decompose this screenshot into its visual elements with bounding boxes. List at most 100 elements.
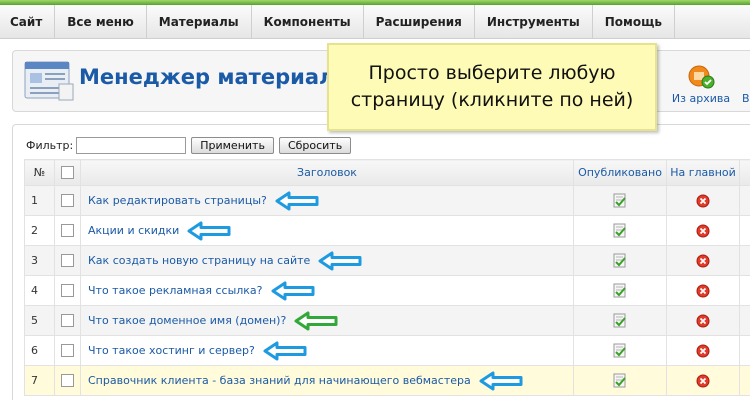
article-title-link[interactable]: Справочник клиента - база знаний для нач…: [88, 374, 471, 387]
checkmark-icon[interactable]: [612, 373, 628, 387]
column-header-title[interactable]: Заголовок: [80, 159, 574, 186]
articles-table: № Заголовок Опубликовано На главной 1 Как…: [24, 159, 750, 396]
menu-item-components[interactable]: Компоненты: [252, 5, 364, 38]
frontpage-cell: [666, 305, 740, 336]
red-x-icon[interactable]: [696, 254, 710, 267]
table-row[interactable]: 4 Что такое рекламная ссылка?: [24, 275, 750, 306]
main-menu-bar: Сайт Все меню Материалы Компоненты Расши…: [0, 5, 750, 39]
article-title-link[interactable]: Что такое доменное имя (домен)?: [88, 314, 286, 327]
published-cell: [573, 185, 667, 216]
row-title-cell: Акции и скидки: [80, 215, 574, 246]
row-checkbox-cell: [54, 275, 81, 306]
unarchive-button[interactable]: Из архива: [668, 58, 734, 108]
frontpage-cell: [666, 335, 740, 366]
apply-button[interactable]: Применить: [191, 137, 274, 154]
extra-cell: [739, 185, 750, 216]
article-title-link[interactable]: Что такое хостинг и сервер?: [88, 344, 255, 357]
table-row[interactable]: 5 Что такое доменное имя (домен)?: [24, 305, 750, 336]
row-checkbox-cell: [54, 215, 81, 246]
menu-item-help[interactable]: Помощь: [593, 5, 675, 38]
filter-input[interactable]: [76, 137, 187, 154]
filter-bar: Фильтр: Применить Сбросить: [26, 137, 356, 154]
pointer-arrow-icon: [318, 251, 362, 270]
extra-cell: [739, 245, 750, 276]
table-row[interactable]: 7 Справочник клиента - база знаний для на…: [24, 365, 750, 396]
row-title-cell: Что такое доменное имя (домен)?: [80, 305, 574, 336]
column-header-frontpage[interactable]: На главной: [666, 159, 740, 186]
callout-text: Просто выберите любую страницу (кликните…: [350, 62, 634, 111]
red-x-icon[interactable]: [696, 194, 710, 207]
row-checkbox[interactable]: [61, 374, 74, 388]
published-cell: [573, 305, 667, 336]
red-x-icon[interactable]: [696, 224, 710, 237]
truncated-toolbar-label[interactable]: В: [742, 92, 750, 105]
published-cell: [573, 245, 667, 276]
table-row[interactable]: 3 Как создать новую страницу на сайте: [24, 245, 750, 276]
table-body: 1 Как редактировать страницы? 2 Акции и ски…: [24, 185, 750, 396]
pointer-arrow-icon: [187, 221, 231, 240]
checkmark-icon[interactable]: [612, 283, 628, 297]
red-x-icon[interactable]: [696, 344, 710, 357]
row-checkbox-cell: [54, 365, 81, 396]
column-header-select-all: [54, 159, 81, 186]
extra-cell: [739, 275, 750, 306]
column-header-published[interactable]: Опубликовано: [573, 159, 667, 186]
extra-cell: [739, 305, 750, 336]
row-checkbox-cell: [54, 185, 81, 216]
row-number: 7: [24, 365, 55, 396]
published-cell: [573, 275, 667, 306]
menu-item-content[interactable]: Материалы: [147, 5, 252, 38]
article-title-link[interactable]: Акции и скидки: [88, 224, 179, 237]
red-x-icon[interactable]: [696, 314, 710, 327]
checkmark-icon[interactable]: [612, 313, 628, 327]
frontpage-cell: [666, 245, 740, 276]
menu-item-all-menus[interactable]: Все меню: [55, 5, 147, 38]
select-all-checkbox[interactable]: [61, 166, 74, 180]
table-row[interactable]: 2 Акции и скидки: [24, 215, 750, 246]
table-row[interactable]: 1 Как редактировать страницы?: [24, 185, 750, 216]
red-x-icon[interactable]: [696, 374, 710, 387]
row-title-cell: Как создать новую страницу на сайте: [80, 245, 574, 276]
instruction-callout: Просто выберите любую страницу (кликните…: [327, 43, 657, 131]
row-checkbox[interactable]: [61, 254, 74, 268]
pointer-arrow-icon: [275, 191, 319, 210]
row-checkbox-cell: [54, 245, 81, 276]
menu-item-extensions[interactable]: Расширения: [364, 5, 475, 38]
pointer-arrow-icon: [263, 341, 307, 360]
article-title-link[interactable]: Как создать новую страницу на сайте: [88, 254, 310, 267]
checkmark-icon[interactable]: [612, 343, 628, 357]
frontpage-cell: [666, 215, 740, 246]
pointer-arrow-icon: [294, 311, 338, 330]
extra-cell: [739, 215, 750, 246]
menu-item-tools[interactable]: Инструменты: [475, 5, 593, 38]
row-checkbox[interactable]: [61, 194, 74, 208]
row-checkbox[interactable]: [61, 314, 74, 328]
row-number: 1: [24, 185, 55, 216]
article-title-link[interactable]: Как редактировать страницы?: [88, 194, 267, 207]
column-header-number[interactable]: №: [24, 159, 55, 186]
row-number: 6: [24, 335, 55, 366]
extra-cell: [739, 335, 750, 366]
row-checkbox[interactable]: [61, 344, 74, 358]
published-cell: [573, 335, 667, 366]
published-cell: [573, 365, 667, 396]
row-checkbox[interactable]: [61, 284, 74, 298]
page: Сайт Все меню Материалы Компоненты Расши…: [0, 0, 750, 400]
menu-item-site[interactable]: Сайт: [0, 5, 56, 38]
article-title-link[interactable]: Что такое рекламная ссылка?: [88, 284, 263, 297]
page-title: Менеджер материалов: [79, 65, 363, 89]
checkmark-icon[interactable]: [612, 223, 628, 237]
frontpage-cell: [666, 275, 740, 306]
filter-label: Фильтр:: [26, 139, 74, 152]
frontpage-cell: [666, 185, 740, 216]
red-x-icon[interactable]: [696, 284, 710, 297]
row-checkbox[interactable]: [61, 224, 74, 238]
row-title-cell: Как редактировать страницы?: [80, 185, 574, 216]
checkmark-icon[interactable]: [612, 253, 628, 267]
pointer-arrow-icon: [271, 281, 315, 300]
table-header-row: № Заголовок Опубликовано На главной: [24, 159, 750, 186]
checkmark-icon[interactable]: [612, 193, 628, 207]
extra-cell: [739, 365, 750, 396]
reset-button[interactable]: Сбросить: [278, 137, 352, 154]
table-row[interactable]: 6 Что такое хостинг и сервер?: [24, 335, 750, 366]
